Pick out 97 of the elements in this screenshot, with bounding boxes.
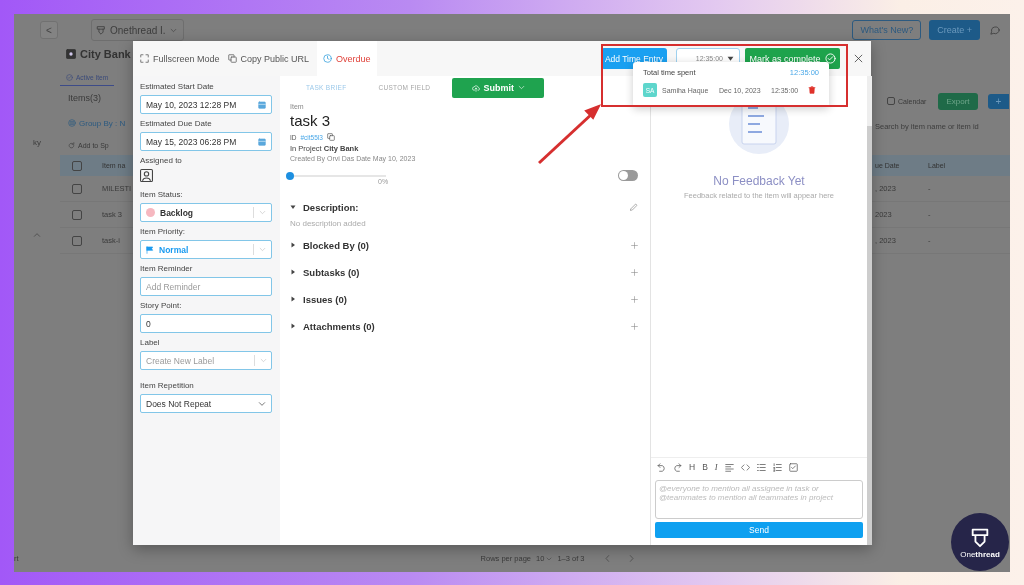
workspace-name: Onethread I. (110, 24, 166, 36)
clock-icon (323, 54, 333, 63)
close-icon[interactable] (854, 54, 863, 63)
check-circle-icon (66, 74, 73, 81)
plus-icon[interactable] (631, 241, 638, 249)
caret-icon (290, 269, 296, 275)
field-label: Label (140, 338, 161, 348)
export-button[interactable]: Export (938, 92, 978, 110)
chevron-down-icon (258, 399, 266, 408)
chevron-down-icon (169, 26, 177, 34)
date-field[interactable]: May 15, 2023 06:28 PM (140, 132, 272, 151)
section-header[interactable]: Attachments (0) (290, 320, 375, 332)
field-label: Item Reminder (140, 264, 194, 274)
input-field[interactable]: Add Reminder (140, 277, 272, 296)
caret-icon (290, 242, 296, 248)
checkbox[interactable] (72, 209, 82, 220)
date-field[interactable]: May 10, 2023 12:28 PM (140, 95, 272, 114)
items-count: Items(3) (67, 92, 102, 105)
status-select[interactable]: Backlog (140, 203, 272, 222)
box-logo-icon (96, 25, 106, 35)
caret-icon (546, 555, 553, 562)
section-header[interactable]: Issues (0) (290, 293, 347, 305)
group-icon (68, 119, 76, 127)
calendar-icon (258, 137, 266, 146)
slider-thumb[interactable] (286, 172, 294, 180)
group-by-link[interactable]: Group By : N (79, 118, 126, 128)
calendar-icon (258, 100, 266, 109)
field-label: Assigned to (140, 156, 183, 166)
fullscreen-icon (140, 54, 149, 63)
chevron-down-icon (259, 246, 266, 253)
flag-icon (146, 245, 154, 254)
refresh-icon[interactable] (68, 142, 75, 149)
input-field[interactable]: 0 (140, 314, 272, 333)
plus-icon[interactable] (631, 322, 638, 330)
field-label: Estimated Start Date (140, 82, 215, 92)
add-button[interactable]: + (987, 93, 1010, 109)
checkbox[interactable] (72, 160, 82, 171)
pencil-icon[interactable] (630, 203, 638, 211)
section-header[interactable]: Description: (290, 201, 359, 213)
item-title: task 3 (290, 112, 332, 129)
code-icon[interactable] (740, 462, 750, 472)
section-header[interactable]: Blocked By (0) (290, 239, 369, 251)
align-icon[interactable] (724, 462, 734, 472)
chevron-down-icon (259, 209, 266, 216)
create-button[interactable]: Create + (929, 20, 980, 40)
format-button[interactable]: H (689, 462, 696, 472)
prev-page-icon[interactable] (603, 555, 611, 562)
copy-icon[interactable] (326, 133, 335, 141)
overdue-badge: Overdue (317, 41, 377, 76)
format-button[interactable]: I (714, 462, 718, 472)
undo-icon[interactable] (657, 462, 666, 472)
next-page-icon[interactable] (627, 555, 635, 562)
field-label: Estimated Due Date (140, 119, 213, 129)
empty-state-title: No Feedback Yet (712, 174, 806, 188)
chevron-down-icon (518, 84, 526, 91)
trash-icon[interactable] (808, 86, 816, 94)
section-header[interactable]: Subtasks (0) (290, 266, 360, 278)
caret-icon (290, 296, 296, 302)
bullet-list-icon[interactable] (756, 462, 766, 472)
submit-button[interactable]: Submit (452, 77, 545, 98)
chevron-down-icon (260, 357, 267, 364)
plus-icon[interactable] (631, 268, 638, 276)
checklist-icon[interactable] (788, 462, 798, 472)
brand-name: Onethread (960, 549, 1000, 559)
format-button[interactable]: B (702, 462, 708, 472)
priority-select[interactable]: Normal (140, 240, 272, 259)
workspace-dropdown[interactable]: Onethread I. (91, 19, 184, 41)
repetition-select[interactable]: Does Not Repeat (140, 394, 272, 413)
copy-icon (227, 54, 237, 63)
redo-icon[interactable] (673, 462, 682, 472)
annotation-arrow (536, 104, 602, 166)
project-title: City Bank (80, 48, 131, 60)
caret-icon (290, 204, 296, 210)
checkbox[interactable] (887, 97, 895, 105)
chat-icon[interactable] (990, 25, 1000, 35)
caret-icon (290, 323, 296, 329)
person-icon[interactable] (140, 169, 153, 182)
fullscreen-button[interactable]: Fullscreen Mode (140, 53, 220, 64)
project-icon (66, 49, 76, 59)
checkbox[interactable] (72, 235, 82, 246)
back-button[interactable]: < (40, 21, 58, 39)
cloud-icon (471, 83, 480, 92)
section-text: No description added (290, 219, 367, 228)
field-label: Item Status: (140, 190, 184, 200)
toggle-switch[interactable] (618, 170, 638, 181)
whats-new-button[interactable]: What's New? (852, 20, 922, 40)
chevron-up-icon[interactable] (33, 231, 41, 239)
numbered-list-icon[interactable] (772, 462, 782, 472)
checkbox[interactable] (72, 183, 82, 194)
field-label: Item Priority: (140, 227, 186, 237)
field-label: Story Point: (140, 301, 183, 311)
scrollbar[interactable] (867, 76, 872, 545)
plus-icon[interactable] (631, 295, 638, 303)
label-select[interactable]: Create New Label (140, 351, 272, 370)
field-label: Item Repetition (140, 381, 195, 391)
send-button[interactable]: Send (655, 522, 863, 538)
copy-url-button[interactable]: Copy Public URL (227, 53, 310, 64)
